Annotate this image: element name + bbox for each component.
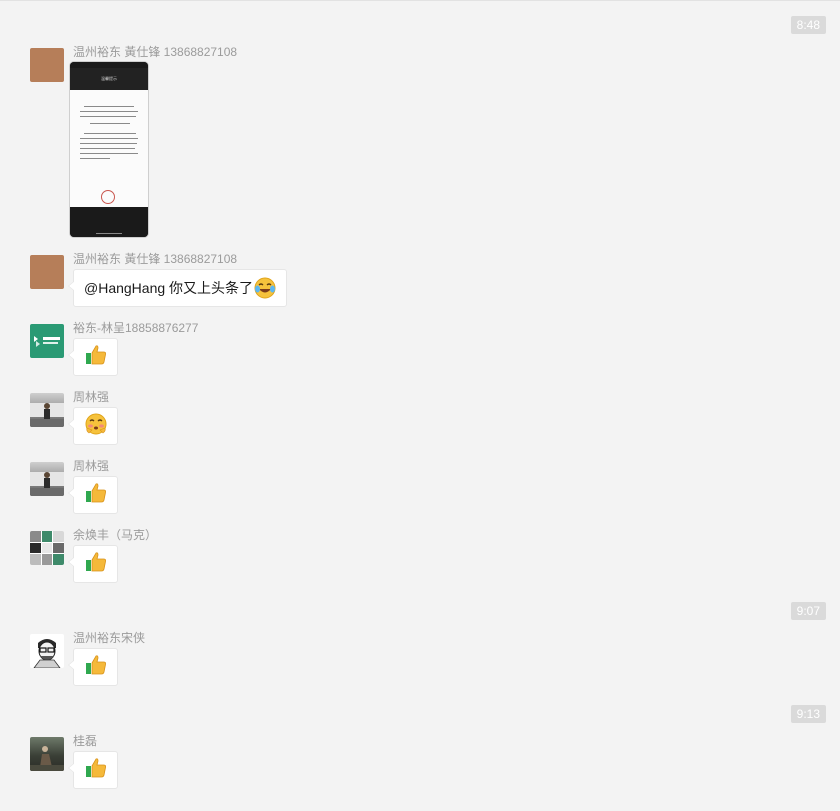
avatar[interactable] bbox=[30, 462, 64, 496]
message-text: @HangHang 你又上头条了 bbox=[84, 280, 254, 296]
sender-name: 余焕丰（马克） bbox=[73, 528, 158, 542]
chat-panel: 8:48 温州裕东 黃仕锋 13868827108 温馨提示 温州裕东 黃仕锋 … bbox=[0, 0, 840, 811]
emoji-message[interactable] bbox=[68, 407, 118, 445]
emoji-message[interactable] bbox=[68, 751, 118, 789]
sender-name: 裕东-林呈18858876277 bbox=[73, 321, 199, 335]
sender-name: 桂磊 bbox=[73, 734, 98, 748]
avatar[interactable] bbox=[30, 634, 64, 668]
sle-motion-logo-icon bbox=[34, 336, 60, 347]
sender-name: 温州裕东 黃仕锋 13868827108 bbox=[73, 45, 238, 59]
sender-name: 周林强 bbox=[73, 390, 110, 404]
thumbs-up-icon bbox=[84, 481, 108, 510]
avatar[interactable] bbox=[30, 737, 64, 771]
sender-name: 温州裕东 黃仕锋 13868827108 bbox=[73, 252, 238, 266]
seal-stamp-icon bbox=[101, 190, 115, 204]
text-message[interactable]: @HangHang 你又上头条了 bbox=[67, 269, 288, 307]
avatar[interactable] bbox=[30, 393, 64, 427]
avatar[interactable] bbox=[30, 324, 64, 358]
image-message[interactable]: 温馨提示 bbox=[70, 62, 148, 237]
sender-name: 周林强 bbox=[73, 459, 110, 473]
thumbs-up-icon bbox=[84, 756, 108, 785]
phone-document-body bbox=[70, 90, 148, 207]
timestamp-badge: 9:13 bbox=[790, 705, 826, 723]
timestamp-badge: 8:48 bbox=[790, 16, 826, 34]
thumbs-up-icon bbox=[84, 343, 108, 372]
top-divider bbox=[0, 0, 840, 1]
thumbs-up-icon bbox=[84, 550, 108, 579]
emoji-message[interactable] bbox=[68, 545, 118, 583]
phone-header: 温馨提示 bbox=[70, 68, 148, 90]
timestamp-badge: 9:07 bbox=[790, 602, 826, 620]
phone-footer bbox=[70, 207, 148, 237]
avatar[interactable] bbox=[30, 531, 64, 565]
thumbs-up-icon bbox=[84, 653, 108, 682]
emoji-message[interactable] bbox=[68, 338, 118, 376]
laugh-crying-emoji-icon bbox=[254, 277, 276, 299]
blushing-face-icon bbox=[84, 412, 108, 441]
avatar[interactable] bbox=[30, 255, 64, 289]
emoji-message[interactable] bbox=[68, 476, 118, 514]
avatar[interactable] bbox=[30, 48, 64, 82]
home-indicator bbox=[96, 233, 122, 234]
emoji-message[interactable] bbox=[68, 648, 118, 686]
sender-name: 温州裕东宋侠 bbox=[73, 631, 146, 645]
